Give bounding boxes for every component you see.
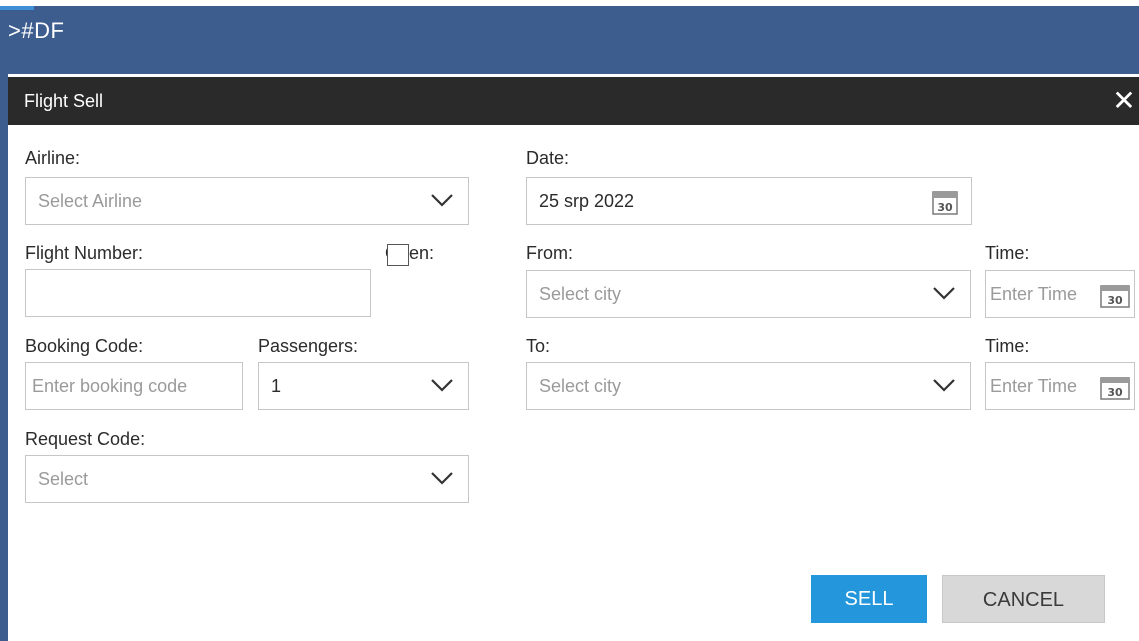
left-stripe bbox=[0, 74, 8, 641]
passengers-label: Passengers: bbox=[258, 336, 359, 356]
sell-button[interactable]: SELL bbox=[811, 575, 927, 623]
calendar-day: 30 bbox=[1107, 386, 1123, 399]
booking-code-label: Booking Code: bbox=[25, 336, 144, 356]
chevron-down-icon bbox=[933, 287, 955, 300]
from-time-placeholder: Enter Time bbox=[990, 284, 1078, 304]
command-bar-accent bbox=[0, 6, 34, 10]
close-icon[interactable]: ✕ bbox=[1109, 85, 1139, 117]
command-bar: >#DF bbox=[0, 6, 1139, 74]
flight-number-input[interactable] bbox=[25, 269, 371, 317]
request-code-placeholder: Select bbox=[38, 469, 89, 489]
to-select[interactable]: Select city bbox=[526, 362, 971, 410]
chevron-down-icon bbox=[933, 379, 955, 392]
flight-number-label: Flight Number: bbox=[25, 243, 144, 263]
passengers-value: 1 bbox=[271, 376, 282, 396]
date-value: 25 srp 2022 bbox=[539, 191, 635, 211]
chevron-down-icon bbox=[431, 194, 453, 207]
passengers-select[interactable]: 1 bbox=[258, 362, 469, 410]
request-code-label: Request Code: bbox=[25, 429, 146, 449]
calendar-icon[interactable]: 30 bbox=[1100, 376, 1130, 400]
calendar-icon[interactable]: 30 bbox=[932, 189, 958, 215]
from-placeholder: Select city bbox=[539, 284, 622, 304]
booking-code-placeholder: Enter booking code bbox=[32, 376, 188, 396]
calendar-icon[interactable]: 30 bbox=[1100, 284, 1130, 308]
to-placeholder: Select city bbox=[539, 376, 622, 396]
dialog-title: Flight Sell bbox=[24, 91, 104, 111]
request-code-select[interactable]: Select bbox=[25, 455, 469, 503]
airline-placeholder: Select Airline bbox=[38, 191, 143, 211]
from-time-label: Time: bbox=[985, 243, 1030, 263]
calendar-day: 30 bbox=[1107, 294, 1123, 307]
chevron-down-icon bbox=[431, 472, 453, 485]
date-label: Date: bbox=[526, 148, 570, 168]
to-time-input[interactable]: Enter Time 30 bbox=[985, 362, 1135, 410]
cancel-button[interactable]: CANCEL bbox=[942, 575, 1105, 623]
open-checkbox[interactable] bbox=[387, 244, 409, 266]
dialog-header: Flight Sell ✕ bbox=[8, 77, 1139, 125]
command-text[interactable]: >#DF bbox=[8, 18, 64, 44]
from-select[interactable]: Select city bbox=[526, 270, 971, 318]
airline-select[interactable]: Select Airline bbox=[25, 177, 469, 225]
airline-label: Airline: bbox=[25, 148, 81, 168]
to-label: To: bbox=[526, 336, 551, 356]
to-time-placeholder: Enter Time bbox=[990, 376, 1078, 396]
booking-code-input[interactable]: Enter booking code bbox=[25, 362, 243, 410]
to-time-label: Time: bbox=[985, 336, 1030, 356]
chevron-down-icon bbox=[431, 379, 453, 392]
calendar-day: 30 bbox=[937, 201, 953, 214]
from-label: From: bbox=[526, 243, 573, 263]
from-time-input[interactable]: Enter Time 30 bbox=[985, 270, 1135, 318]
date-field[interactable]: 25 srp 2022 30 bbox=[526, 177, 972, 225]
